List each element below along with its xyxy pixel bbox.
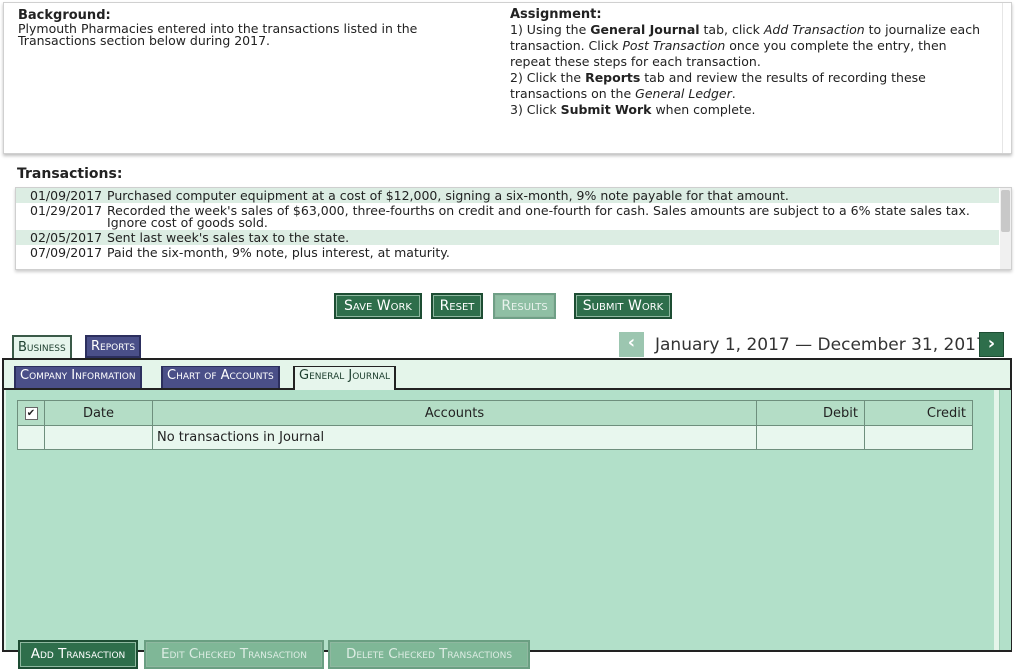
journal-table: ✔ Date Accounts Debit Credit No transact… <box>17 400 973 450</box>
background-text: Plymouth Pharmacies entered into the tra… <box>18 21 418 48</box>
empty-date-cell <box>44 425 153 450</box>
date-column-header: Date <box>44 400 153 426</box>
empty-journal-message: No transactions in Journal <box>152 425 757 450</box>
transactions-scroll-thumb[interactable] <box>1001 190 1010 232</box>
tab-chart-of-accounts[interactable]: Chart of Accounts <box>161 366 280 388</box>
background-section: Background: Plymouth Pharmacies entered … <box>18 9 448 47</box>
transaction-date: 01/29/2017 <box>30 203 103 218</box>
transaction-date: 02/05/2017 <box>30 230 103 245</box>
instructions-panel: Background: Plymouth Pharmacies entered … <box>3 2 1012 154</box>
assignment-step-1: 1) Using the General Journal tab, click … <box>510 22 980 70</box>
step2-text-a: 2) Click the <box>510 70 586 85</box>
transaction-item: 01/29/2017 Recorded the week's sales of … <box>16 203 999 230</box>
reset-button[interactable]: Reset <box>431 293 483 319</box>
select-all-column[interactable]: ✔ <box>17 400 45 426</box>
step3-text-c: when complete. <box>651 102 756 117</box>
checkbox-icon[interactable]: ✔ <box>24 406 38 420</box>
assignment-heading: Assignment: <box>510 7 602 22</box>
step1-post-transaction: Post Transaction <box>622 38 726 53</box>
transactions-scrollbar[interactable] <box>1000 188 1011 269</box>
general-journal-panel: ✔ Date Accounts Debit Credit No transact… <box>6 390 994 669</box>
empty-credit-cell <box>864 425 973 450</box>
accounts-column-header: Accounts <box>152 400 757 426</box>
table-row: No transactions in Journal <box>17 425 973 450</box>
tab-general-journal[interactable]: General Journal <box>293 366 397 390</box>
step2-reports: Reports <box>585 70 641 85</box>
step2-general-ledger: General Ledger <box>635 86 732 101</box>
assignment-step-2: 2) Click the Reports tab and review the … <box>510 70 980 102</box>
transaction-text: Sent last week's sales tax to the state. <box>107 230 350 245</box>
transaction-item: 01/09/2017 Purchased computer equipment … <box>16 188 999 203</box>
assignment-section: Assignment: 1) Using the General Journal… <box>510 8 980 118</box>
transaction-text: Paid the six-month, 9% note, plus intere… <box>107 245 450 260</box>
business-panel: Company Information Chart of Accounts Ge… <box>2 358 1012 669</box>
transaction-date: 07/09/2017 <box>30 245 103 260</box>
empty-check-cell <box>17 425 45 450</box>
empty-debit-cell <box>756 425 865 450</box>
chevron-right-icon: › <box>987 333 996 354</box>
assignment-step-3: 3) Click Submit Work when complete. <box>510 102 980 118</box>
chevron-left-icon: ‹ <box>627 332 636 353</box>
transactions-heading: Transactions: <box>17 166 123 182</box>
transaction-date: 01/09/2017 <box>30 188 103 203</box>
journal-header-row: ✔ Date Accounts Debit Credit <box>17 400 973 426</box>
journal-scrollbar[interactable] <box>999 390 1011 650</box>
period-label: January 1, 2017 — December 31, 2017 <box>655 335 987 355</box>
step3-text-a: 3) Click <box>510 102 561 117</box>
step1-text-a: 1) Using the <box>510 22 591 37</box>
credit-column-header: Credit <box>864 400 973 426</box>
edit-checked-transaction-button[interactable]: Edit Checked Transaction <box>144 640 324 669</box>
instructions-scrollbar[interactable] <box>1002 3 1003 153</box>
transaction-item: 07/09/2017 Paid the six-month, 9% note, … <box>16 245 999 260</box>
tab-reports[interactable]: Reports <box>85 335 142 358</box>
step1-text-c: tab, click <box>699 22 764 37</box>
results-button[interactable]: Results <box>493 293 556 319</box>
step3-submit-work: Submit Work <box>560 102 652 117</box>
step1-add-transaction: Add Transaction <box>763 22 865 37</box>
next-period-button[interactable]: › <box>979 332 1004 357</box>
step2-text-e: . <box>731 86 736 101</box>
subtabs-bar: Company Information Chart of Accounts Ge… <box>4 360 1010 390</box>
transaction-item: 02/05/2017 Sent last week's sales tax to… <box>16 230 999 245</box>
delete-checked-transactions-button[interactable]: Delete Checked Transactions <box>328 640 530 669</box>
add-transaction-button[interactable]: Add Transaction <box>18 640 138 669</box>
step1-general-journal: General Journal <box>590 22 700 37</box>
transaction-text: Recorded the week's sales of $63,000, th… <box>107 203 970 230</box>
debit-column-header: Debit <box>756 400 865 426</box>
tab-business[interactable]: Business <box>12 335 72 360</box>
transactions-list: 01/09/2017 Purchased computer equipment … <box>15 187 1012 270</box>
previous-period-button[interactable]: ‹ <box>619 332 644 357</box>
transaction-text: Purchased computer equipment at a cost o… <box>107 188 789 203</box>
save-work-button[interactable]: Save Work <box>334 293 422 319</box>
tab-company-information[interactable]: Company Information <box>14 366 142 388</box>
submit-work-button[interactable]: Submit Work <box>574 293 672 319</box>
